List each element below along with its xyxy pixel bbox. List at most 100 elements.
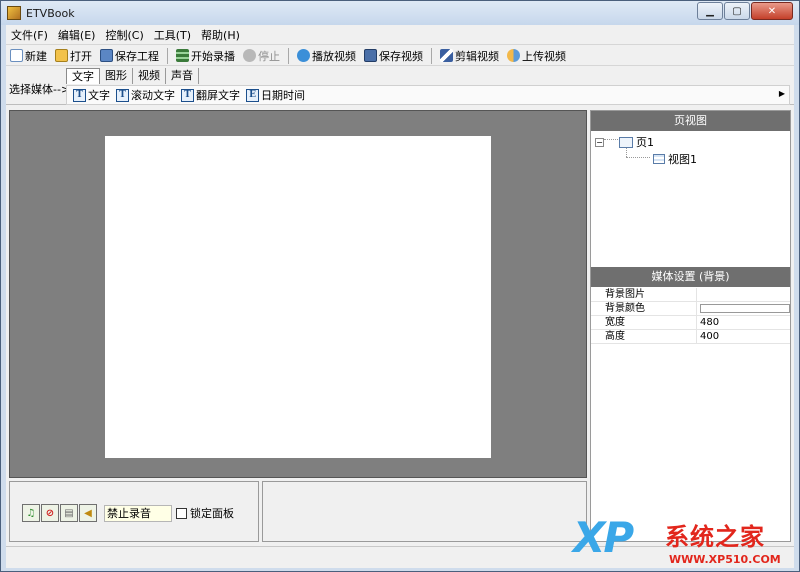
forbid-button[interactable]: ⊘ <box>41 504 59 522</box>
save-project-label: 保存工程 <box>115 49 159 63</box>
edit-video-button[interactable]: 剪辑视频 <box>436 47 503 65</box>
lock-panel-checkbox[interactable]: 锁定面板 <box>176 505 234 521</box>
app-window: ETVBook ▁ ▢ ✕ 文件(F) 编辑(E) 控制(C) 工具(T) 帮助… <box>0 0 800 572</box>
flip-text-tool[interactable]: T 翻屏文字 <box>181 87 240 103</box>
tab-shape[interactable]: 图形 <box>100 68 133 84</box>
save-video-button[interactable]: 保存视频 <box>360 47 427 65</box>
tree-item-page[interactable]: − 页1 <box>595 134 654 150</box>
menu-bar: 文件(F) 编辑(E) 控制(C) 工具(T) 帮助(H) <box>6 25 794 45</box>
lock-panel-label: 锁定面板 <box>190 507 234 520</box>
page-view-header: 页视图 <box>591 111 790 131</box>
speaker-button[interactable]: ◀ <box>79 504 97 522</box>
text-tool-label: 文字 <box>88 89 110 102</box>
scroll-text-tool[interactable]: T 滚动文字 <box>116 87 175 103</box>
start-record-label: 开始录播 <box>191 49 235 63</box>
scroll-text-icon: T <box>116 88 129 102</box>
play-video-button[interactable]: 播放视频 <box>293 47 360 65</box>
minimize-button[interactable]: ▁ <box>697 2 723 20</box>
toolbar: 新建 打开 保存工程 开始录播 停止 播放视频 保存视频 剪辑视频 上传视频 <box>6 46 794 66</box>
watermark-brand: 系统之家 <box>665 523 765 551</box>
client-area: 文件(F) 编辑(E) 控制(C) 工具(T) 帮助(H) 新建 打开 保存工程 <box>6 25 794 568</box>
play-video-label: 播放视频 <box>312 49 356 63</box>
prop-row-width[interactable]: 宽度 480 <box>591 316 790 330</box>
clipboard-button[interactable]: ▤ <box>60 504 78 522</box>
speaker-icon: ◀ <box>84 507 92 519</box>
toolbar-separator <box>288 47 289 64</box>
menu-edit[interactable]: 编辑(E) <box>53 27 101 43</box>
prop-row-bg-color[interactable]: 背景颜色 <box>591 302 790 316</box>
prop-value[interactable]: 400 <box>697 330 790 343</box>
save-project-button[interactable]: 保存工程 <box>96 47 163 65</box>
page-canvas[interactable] <box>105 136 491 458</box>
prop-value[interactable]: 480 <box>697 316 790 329</box>
maximize-button[interactable]: ▢ <box>724 2 750 20</box>
open-folder-icon <box>55 49 68 62</box>
music-icon: ♫ <box>26 507 36 519</box>
clipboard-icon: ▤ <box>64 507 74 519</box>
menu-file[interactable]: 文件(F) <box>6 27 53 43</box>
page-node-label: 页1 <box>636 136 654 149</box>
media-settings-section: 媒体设置 (背景) <box>591 267 790 287</box>
tab-audio[interactable]: 声音 <box>166 68 199 84</box>
toolbar-separator <box>431 47 432 64</box>
select-media-label: 选择媒体--> <box>9 83 71 96</box>
watermark-xp-logo: XP <box>573 513 634 562</box>
right-panel: 页视图 − 页1 视图1 媒体设置 (背景) 背景图片 背景颜色 宽度 480 … <box>590 110 791 542</box>
app-icon <box>7 6 21 20</box>
tab-video[interactable]: 视频 <box>133 68 166 84</box>
tree-connector <box>626 157 650 158</box>
color-swatch[interactable] <box>700 304 790 313</box>
tree-item-view[interactable]: 视图1 <box>653 151 697 167</box>
collapse-icon[interactable]: − <box>595 137 604 147</box>
new-label: 新建 <box>25 49 47 63</box>
info-panel <box>262 481 587 542</box>
stop-button[interactable]: 停止 <box>239 47 284 65</box>
scroll-text-label: 滚动文字 <box>131 89 175 102</box>
datetime-tool[interactable]: E 日期时间 <box>246 87 305 103</box>
music-button[interactable]: ♫ <box>22 504 40 522</box>
property-grid: 背景图片 背景颜色 宽度 480 高度 400 <box>591 288 790 344</box>
text-icon: T <box>73 88 86 102</box>
media-tools: T 文字 T 滚动文字 T 翻屏文字 E 日期时间 ▶ <box>66 85 790 105</box>
start-record-button[interactable]: 开始录播 <box>172 47 239 65</box>
view-icon <box>653 154 665 164</box>
upload-icon <box>507 49 520 62</box>
save-video-label: 保存视频 <box>379 49 423 63</box>
text-tool[interactable]: T 文字 <box>73 87 110 103</box>
design-canvas-area <box>9 110 587 478</box>
watermark-logo: XP 系统之家 WWW.XP510.COM <box>573 513 795 571</box>
open-button[interactable]: 打开 <box>51 47 96 65</box>
prop-value[interactable] <box>697 288 790 301</box>
calendar-icon: E <box>246 88 259 102</box>
menu-help[interactable]: 帮助(H) <box>196 27 245 43</box>
menu-control[interactable]: 控制(C) <box>100 27 148 43</box>
prop-name: 背景颜色 <box>591 302 697 315</box>
control-panel: ♫ ⊘ ▤ ◀ 禁止录音 锁定面板 <box>9 481 259 542</box>
title-bar: ETVBook ▁ ▢ ✕ <box>1 1 799 25</box>
media-settings-header: 媒体设置 (背景) <box>591 267 790 287</box>
media-selector: 选择媒体--> 文字 图形 视频 声音 T 文字 T 滚动文字 T 翻屏文字 E… <box>6 67 794 105</box>
window-title: ETVBook <box>26 6 75 20</box>
control-strip: ♫ ⊘ ▤ ◀ 禁止录音 锁定面板 <box>22 504 234 522</box>
save-icon <box>100 49 113 62</box>
open-label: 打开 <box>70 49 92 63</box>
toolbar-separator <box>167 47 168 64</box>
tab-text[interactable]: 文字 <box>66 68 100 84</box>
scissors-icon <box>440 49 453 62</box>
watermark-url: WWW.XP510.COM <box>669 553 781 566</box>
record-mode-field[interactable]: 禁止录音 <box>104 504 172 522</box>
menu-tools[interactable]: 工具(T) <box>149 27 196 43</box>
datetime-label: 日期时间 <box>261 89 305 102</box>
prop-row-height[interactable]: 高度 400 <box>591 330 790 344</box>
close-button[interactable]: ✕ <box>751 2 793 20</box>
new-button[interactable]: 新建 <box>6 47 51 65</box>
prop-name: 背景图片 <box>591 288 697 301</box>
checkbox-box[interactable] <box>176 507 187 519</box>
prop-row-bg-image[interactable]: 背景图片 <box>591 288 790 302</box>
prop-name: 宽度 <box>591 316 697 329</box>
play-icon <box>297 49 310 62</box>
prop-value[interactable] <box>697 302 790 315</box>
upload-video-button[interactable]: 上传视频 <box>503 47 570 65</box>
chevron-right-icon[interactable]: ▶ <box>779 89 785 98</box>
forbid-icon: ⊘ <box>45 507 55 519</box>
